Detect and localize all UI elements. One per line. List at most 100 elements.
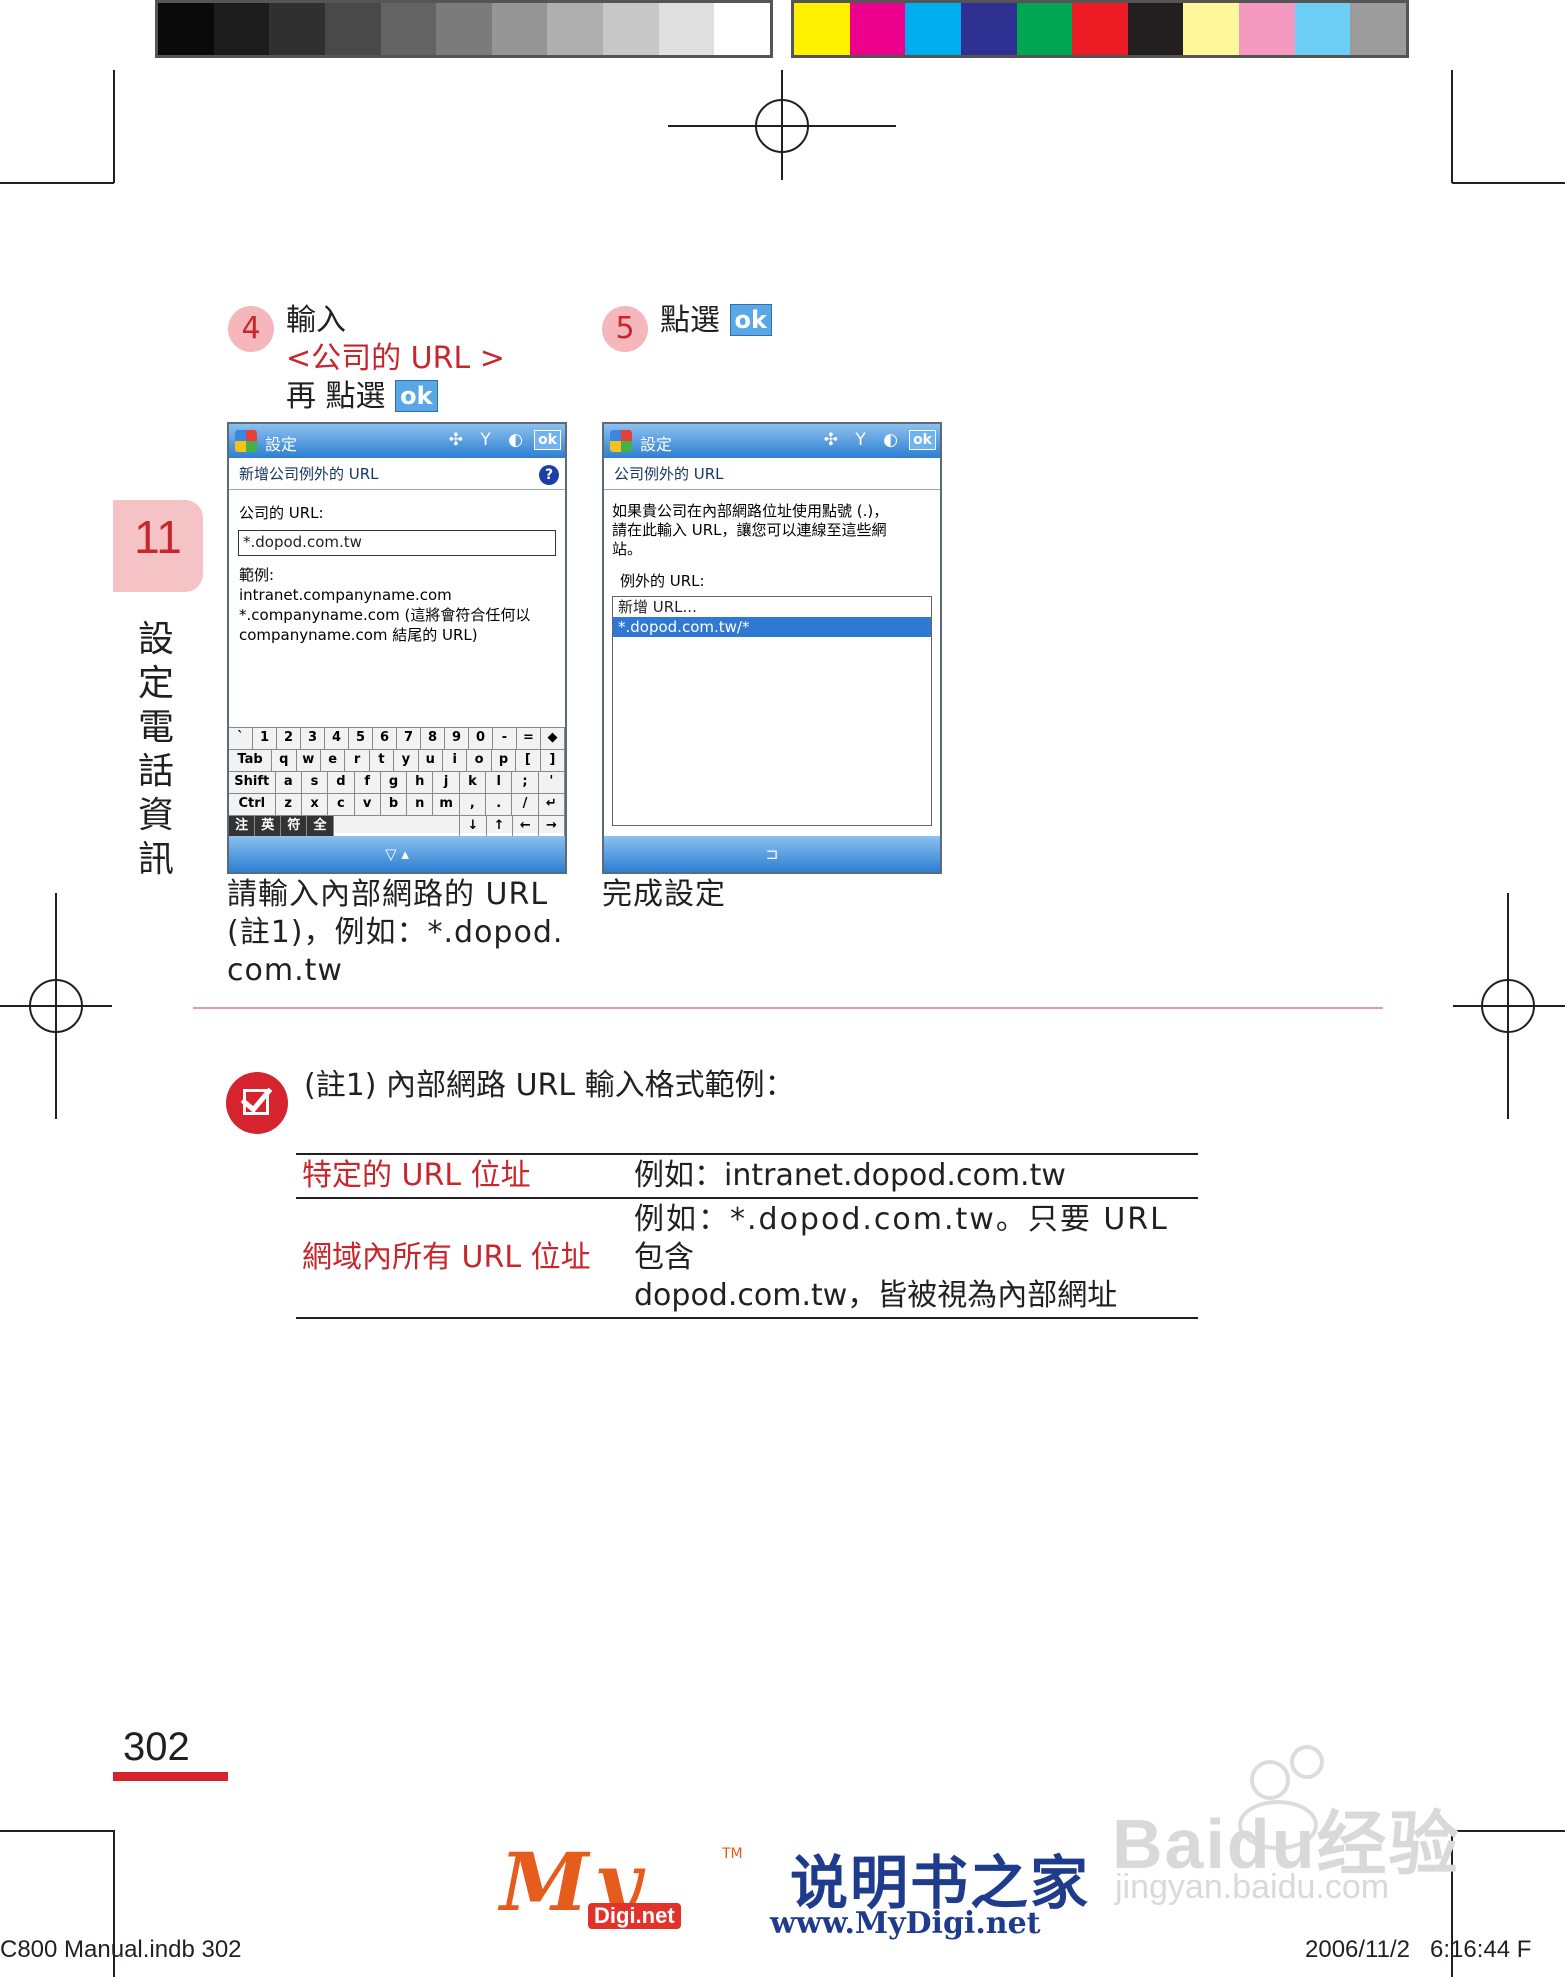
keyboard-key[interactable]: y: [394, 750, 419, 771]
keyboard-key[interactable]: Tab: [229, 750, 273, 771]
keyboard-key[interactable]: →: [539, 816, 565, 837]
keyboard-key[interactable]: g: [381, 772, 408, 793]
keyboard-key[interactable]: -: [493, 728, 517, 749]
keyboard-key[interactable]: 7: [397, 728, 421, 749]
keyboard-key[interactable]: 9: [445, 728, 469, 749]
digi-net-badge: Digi.net: [588, 1903, 681, 1929]
keyboard-key[interactable]: 0: [469, 728, 493, 749]
color-swatch: [213, 3, 270, 55]
keyboard-key[interactable]: u: [419, 750, 443, 771]
menu-bar[interactable]: ⊐: [604, 836, 940, 872]
keyboard-key[interactable]: ↵: [539, 794, 565, 815]
keyboard-key[interactable]: c: [328, 794, 355, 815]
ok-button[interactable]: ok: [909, 430, 936, 450]
keyboard-key[interactable]: ,: [460, 794, 487, 815]
keyboard-key[interactable]: h: [407, 772, 434, 793]
step-5-caption: 完成設定: [602, 877, 726, 912]
keyboard-key[interactable]: .: [486, 794, 513, 815]
keyboard-key[interactable]: 8: [421, 728, 445, 749]
keyboard-key[interactable]: 1: [253, 728, 277, 749]
keyboard-key[interactable]: p: [492, 750, 517, 771]
keyboard-key[interactable]: w: [297, 750, 321, 771]
exception-url-list[interactable]: 新增 URL... *.dopod.com.tw/*: [612, 596, 932, 826]
keyboard-key[interactable]: =: [517, 728, 541, 749]
keyboard-key[interactable]: v: [355, 794, 381, 815]
url-input[interactable]: *.dopod.com.tw: [238, 530, 556, 556]
step-number: 5: [602, 306, 648, 352]
keyboard-key[interactable]: x: [302, 794, 329, 815]
color-swatch: [491, 3, 548, 55]
keyboard-key[interactable]: `: [229, 728, 253, 749]
keyboard-key[interactable]: 3: [301, 728, 325, 749]
keyboard-key[interactable]: ;: [512, 772, 539, 793]
page-number: 302: [123, 1725, 190, 1769]
keyboard-key[interactable]: s: [302, 772, 329, 793]
keyboard-key[interactable]: 英: [255, 816, 282, 837]
keyboard-key[interactable]: d: [328, 772, 355, 793]
keyboard-key[interactable]: r: [345, 750, 370, 771]
list-label: 例外的 URL:: [620, 572, 705, 590]
keyboard-key[interactable]: e: [321, 750, 346, 771]
keyboard-key[interactable]: [: [516, 750, 541, 771]
keyboard-key[interactable]: 6: [373, 728, 397, 749]
menu-bar[interactable]: ▽ ▴: [229, 836, 565, 872]
color-swatch: [849, 3, 906, 55]
keyboard-key[interactable]: /: [512, 794, 539, 815]
gray-color-bar: [155, 0, 773, 58]
keyboard-key[interactable]: 2: [277, 728, 301, 749]
help-icon[interactable]: ?: [539, 465, 559, 485]
keyboard-key[interactable]: m: [433, 794, 460, 815]
step-line: 輸入: [286, 303, 346, 338]
keyboard-key[interactable]: ←: [513, 816, 539, 837]
color-swatch: [324, 3, 381, 55]
keyboard-key[interactable]: f: [355, 772, 381, 793]
color-swatch: [714, 3, 771, 55]
example-text: intranet.companyname.com: [239, 586, 452, 604]
table-row: 網域內所有 URL 位址 例如：*.dopod.com.tw。只要 URL 包含…: [296, 1198, 1198, 1318]
keyboard-key[interactable]: 全: [307, 816, 334, 837]
value-line: 例如：intranet.dopod.com.tw: [634, 1158, 1066, 1193]
example-label: 範例:: [239, 566, 275, 584]
keyboard-key[interactable]: j: [433, 772, 460, 793]
keyboard-key[interactable]: n: [407, 794, 434, 815]
note-text: (註1) 內部網路 URL 輸入格式範例：: [304, 1068, 795, 1103]
color-swatch: [269, 3, 325, 55]
keyboard-key[interactable]: 4: [325, 728, 349, 749]
keyboard-key[interactable]: l: [486, 772, 513, 793]
ok-button[interactable]: ok: [534, 430, 561, 450]
keyboard-space[interactable]: [334, 816, 461, 837]
baidu-watermark-url: jingyan.baidu.com: [1115, 1868, 1390, 1906]
keyboard-key[interactable]: 注: [229, 816, 256, 837]
ok-badge: ok: [395, 380, 438, 412]
color-swatch: [1016, 3, 1073, 55]
keyboard-key[interactable]: Shift: [229, 772, 276, 793]
list-item-selected[interactable]: *.dopod.com.tw/*: [613, 617, 931, 637]
keyboard-key[interactable]: i: [443, 750, 468, 771]
keyboard-key[interactable]: q: [272, 750, 297, 771]
keyboard-key[interactable]: ◆: [541, 728, 565, 749]
value-line: 包含: [634, 1240, 694, 1275]
keyboard-key[interactable]: ]: [541, 750, 565, 771]
keyboard-key[interactable]: z: [276, 794, 302, 815]
list-item[interactable]: 新增 URL...: [613, 597, 931, 617]
start-menu-icon[interactable]: [610, 430, 632, 452]
status-icons: ✣ Y ◐: [448, 430, 529, 450]
keyboard-key[interactable]: b: [381, 794, 408, 815]
screen-title: 設定: [640, 435, 673, 454]
keyboard-key[interactable]: ': [539, 772, 565, 793]
keyboard-key[interactable]: Ctrl: [229, 794, 276, 815]
keyboard-key[interactable]: t: [370, 750, 395, 771]
keyboard-key[interactable]: ↓: [460, 816, 487, 837]
keyboard-key[interactable]: 5: [349, 728, 373, 749]
soft-keyboard: ` 1 2 3 4 5 6 7 8 9 0- = ◆ Tab q w e r t y u i o p[] Shift a s d f g h…: [229, 727, 565, 838]
step-line: 再 點選 ok: [286, 378, 505, 416]
step-line-text: 再 點選: [286, 379, 386, 414]
keyboard-key[interactable]: ↑: [487, 816, 513, 837]
keyboard-key[interactable]: 符: [281, 816, 308, 837]
start-menu-icon[interactable]: [235, 430, 257, 452]
keyboard-key[interactable]: a: [276, 772, 302, 793]
keyboard-key[interactable]: k: [460, 772, 487, 793]
keyboard-row: 注英符全 ↓ ↑ ← →: [229, 816, 565, 838]
print-slug-date: 2006/11/2 6:16:44 F: [1305, 1936, 1532, 1963]
keyboard-key[interactable]: o: [467, 750, 492, 771]
